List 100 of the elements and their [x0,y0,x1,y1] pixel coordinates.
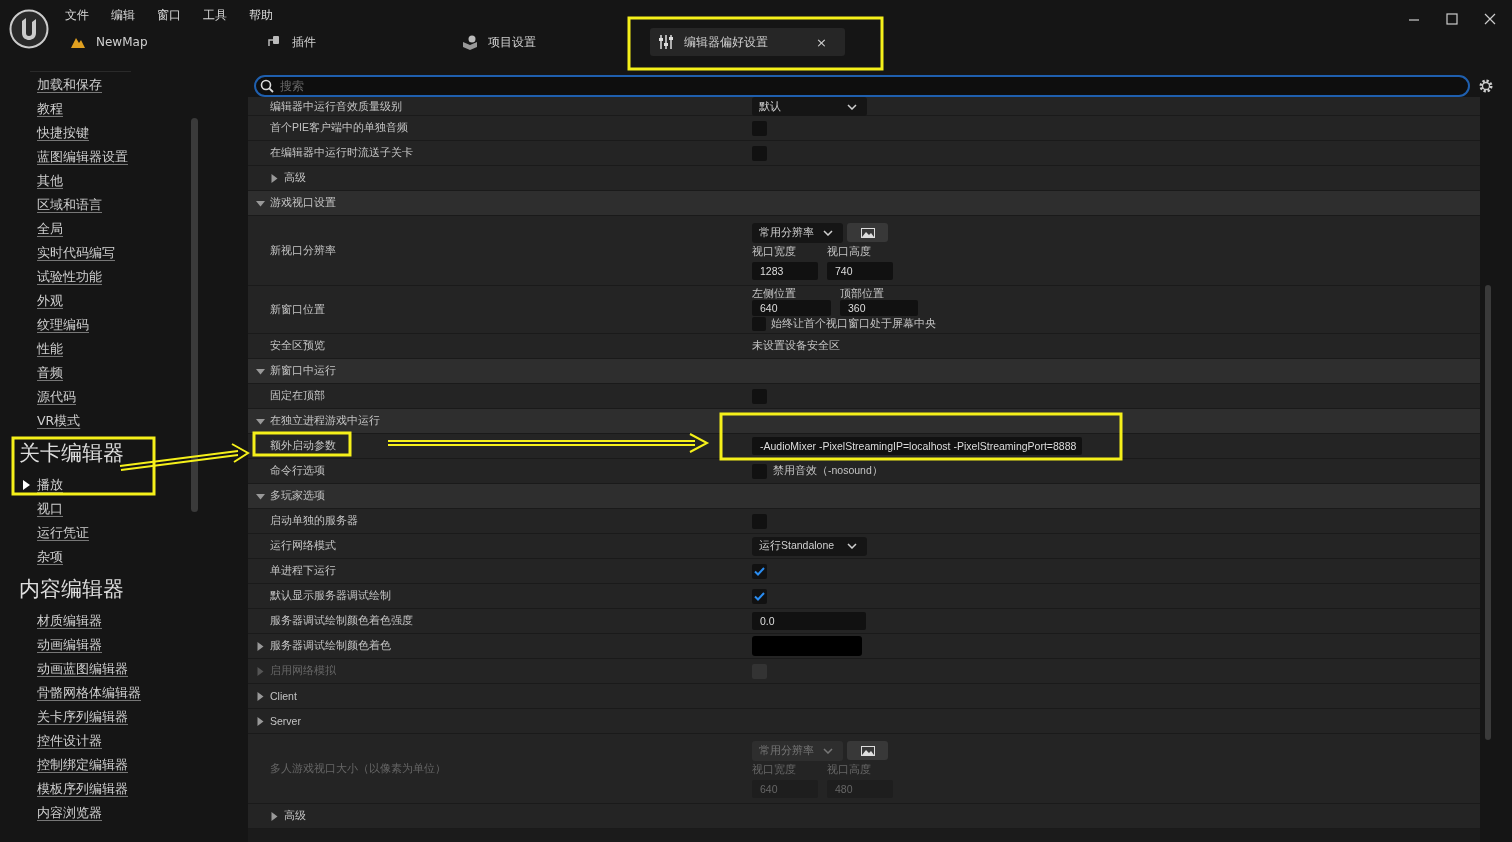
sidebar-link[interactable]: 模板序列编辑器 [37,780,128,798]
logo-icon[interactable] [9,9,49,49]
color-swatch[interactable] [752,636,862,656]
expand-arrow-icon[interactable] [256,691,265,701]
expand-arrow-icon[interactable] [270,811,279,821]
section-header[interactable]: 在独立进程游戏中运行 [270,414,380,428]
sidebar-link[interactable]: 外观 [37,292,63,310]
sidebar-link[interactable]: 材质编辑器 [37,612,102,630]
setting-label[interactable]: Client [270,690,297,702]
setting-label: 安全区预览 [270,339,325,353]
dropdown[interactable]: 运行Standalone [752,536,867,556]
sidebar-link[interactable]: VR模式 [37,412,81,430]
close-icon[interactable] [1482,11,1498,27]
expand-arrow-icon[interactable] [256,716,265,726]
sidebar-link[interactable]: 纹理编码 [37,316,89,334]
field-label: 视口高度 [827,245,872,259]
tab[interactable]: NewMap [62,28,258,56]
chevron-down-icon [823,748,833,754]
expand-arrow-icon[interactable] [256,641,265,651]
section-header[interactable]: 多玩家选项 [270,489,325,503]
settings-icon[interactable] [1478,78,1494,94]
sidebar-link[interactable]: 试验性功能 [37,268,102,286]
sidebar-link[interactable]: 动画编辑器 [37,636,102,654]
sidebar-link[interactable]: 性能 [37,340,63,358]
number-field[interactable]: 640 [752,300,831,316]
image-button[interactable] [847,223,888,242]
number-field[interactable]: 0.0 [752,612,866,630]
sidebar-link[interactable]: 运行凭证 [37,524,89,542]
sliders-icon [658,34,674,50]
collapse-arrow-icon[interactable] [256,416,265,426]
search-icon [260,79,274,93]
scrollbar[interactable] [191,118,198,512]
sidebar-link[interactable]: 源代码 [37,388,76,406]
image-icon [860,745,875,756]
sidebar-link[interactable]: 音频 [37,364,63,382]
sidebar-link[interactable]: 蓝图编辑器设置 [37,148,128,166]
menu-item[interactable]: 窗口 [157,7,181,24]
collapse-arrow-icon[interactable] [256,491,265,501]
checkbox-label: 禁用音效（-nosound） [773,464,883,478]
sidebar-link[interactable]: 杂项 [37,548,63,566]
section-header[interactable]: 游戏视口设置 [270,196,336,210]
info-text: 未设置设备安全区 [752,339,840,353]
sidebar-link[interactable]: 全局 [37,220,63,238]
setting-label: 启动单独的服务器 [270,514,358,528]
sidebar-link[interactable]: 播放 [37,476,63,494]
scrollbar[interactable] [1485,285,1491,740]
dropdown[interactable]: 默认 [752,97,867,116]
sidebar-link[interactable]: 加载和保存 [37,76,102,94]
checkbox[interactable] [752,588,767,604]
field-label: 左侧位置 [752,288,797,299]
sidebar-link[interactable]: 动画蓝图编辑器 [37,660,128,678]
dropdown[interactable]: 常用分辨率 [752,223,843,243]
category-header: 关卡编辑器 [19,440,124,467]
chevron-down-icon [847,543,857,549]
setting-label: 命令行选项 [270,464,325,478]
sidebar-link[interactable]: 实时代码编写 [37,244,115,262]
sidebar-link[interactable]: 骨骼网格体编辑器 [37,684,141,702]
sidebar-link[interactable]: 内容浏览器 [37,804,102,822]
sidebar-link[interactable]: 控件设计器 [37,732,102,750]
setting-label[interactable]: 服务器调试绘制颜色着色 [270,639,391,653]
field-label: 视口宽度 [752,245,797,259]
setting-label: 运行网络模式 [270,539,336,553]
sidebar-link[interactable]: 教程 [37,100,63,118]
text-field[interactable]: -AudioMixer -PixelStreamingIP=localhost -PixelStreamingPort=8888 [752,437,1083,455]
sidebar-link[interactable]: 其他 [37,172,63,190]
sidebar-link[interactable]: 视口 [37,500,63,518]
chevron-down-icon [847,103,857,110]
tab[interactable]: 编辑器偏好设置 × [650,28,845,56]
number-field[interactable]: 740 [827,262,893,280]
sidebar-link[interactable]: 区域和语言 [37,196,102,214]
gears-icon [462,34,478,50]
category-header: 内容编辑器 [19,576,124,603]
setting-label[interactable]: 高级 [284,809,306,823]
sidebar-link[interactable]: 快捷按键 [37,124,89,142]
menu-item[interactable]: 帮助 [249,7,273,24]
expand-arrow-icon[interactable] [270,173,279,183]
sidebar-link[interactable]: 控制绑定编辑器 [37,756,128,774]
collapse-arrow-icon[interactable] [256,198,265,208]
checkbox[interactable] [752,563,767,579]
tab[interactable]: 项目设置 [454,28,650,56]
setting-label: 额外启动参数 [270,439,336,453]
checkbox-label: 始终让首个视口窗口处于屏幕中央 [771,317,936,331]
setting-label: 固定在顶部 [270,389,325,403]
setting-label: 编辑器中运行音效质量级别 [270,99,402,114]
section-header[interactable]: 新窗口中运行 [270,364,336,378]
setting-label[interactable]: 高级 [284,171,306,185]
image-icon [860,227,875,238]
menu-item[interactable]: 编辑 [111,7,135,24]
setting-label[interactable]: Server [270,715,301,727]
chevron-down-icon [823,230,833,236]
menu-item[interactable]: 文件 [65,7,89,24]
setting-label: 首个PIE客户端中的单独音频 [270,121,408,135]
image-button[interactable] [847,741,888,760]
sidebar-link[interactable]: 关卡序列编辑器 [37,708,128,726]
number-field[interactable]: 1283 [752,262,818,280]
number-field[interactable]: 360 [840,300,918,316]
tab[interactable]: 插件 [258,28,454,56]
menu-item[interactable]: 工具 [203,7,227,24]
collapse-arrow-icon[interactable] [256,366,265,376]
maximize-icon[interactable] [1444,11,1460,27]
